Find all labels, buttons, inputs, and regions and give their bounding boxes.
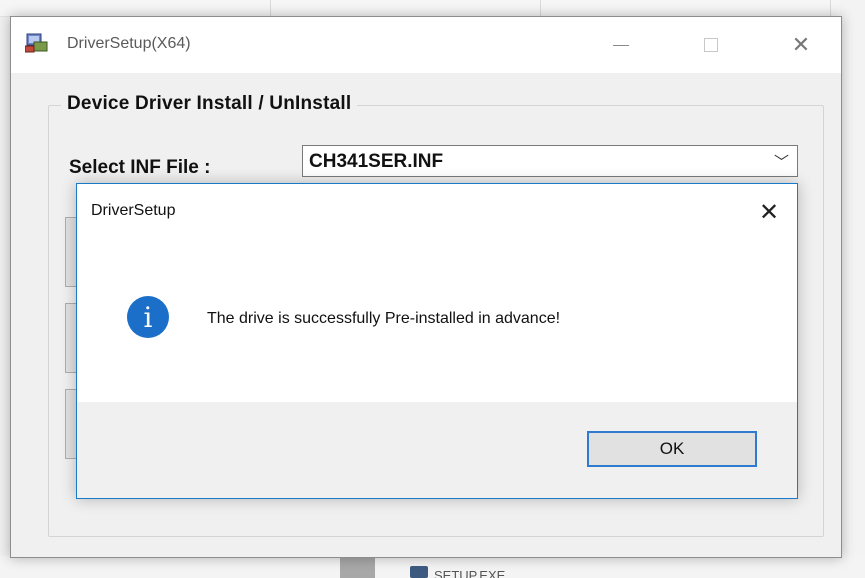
chevron-down-icon: ﹀ [773,154,789,171]
close-button[interactable]: ✕ [771,17,831,73]
dialog-title: DriverSetup [91,202,176,219]
dialog-button-area: OK [77,402,797,498]
maximize-icon [704,38,718,52]
inf-file-value: CH341SER.INF [309,151,444,172]
dialog-message: The drive is successfully Pre-installed … [207,310,561,327]
close-icon: ✕ [758,198,780,226]
exe-file-icon [410,566,428,578]
inf-file-select[interactable]: CH341SER.INF ﹀ [302,145,798,177]
dialog-close-button[interactable]: ✕ [749,192,789,232]
background-file-item[interactable]: SETUP.EXE [410,562,560,578]
ok-button[interactable]: OK [587,431,757,467]
background-divider [540,0,541,16]
close-icon: ✕ [791,32,811,57]
background-file-label: SETUP.EXE [434,568,506,578]
message-dialog: DriverSetup ✕ i The drive is successfull… [76,183,798,499]
group-title: Device Driver Install / UnInstall [61,93,358,115]
background-scrollbar [340,556,375,578]
minimize-icon [613,44,629,46]
inf-file-label: Select INF File : [69,157,211,178]
info-icon: i [127,296,169,338]
background-window-strip [0,0,865,17]
background-divider [270,0,271,16]
maximize-button [681,17,741,73]
minimize-button[interactable] [591,17,651,73]
driver-setup-icon [25,33,48,53]
background-window-edge [840,0,865,578]
background-divider [830,0,831,16]
main-title-bar[interactable]: DriverSetup(X64) ✕ [11,17,841,73]
window-title: DriverSetup(X64) [67,35,191,52]
